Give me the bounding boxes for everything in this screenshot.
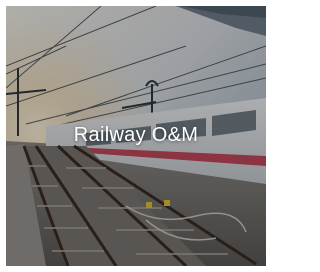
card-caption: Railway O&M [73,124,199,146]
railway-om-card[interactable]: Railway O&M [6,6,266,266]
